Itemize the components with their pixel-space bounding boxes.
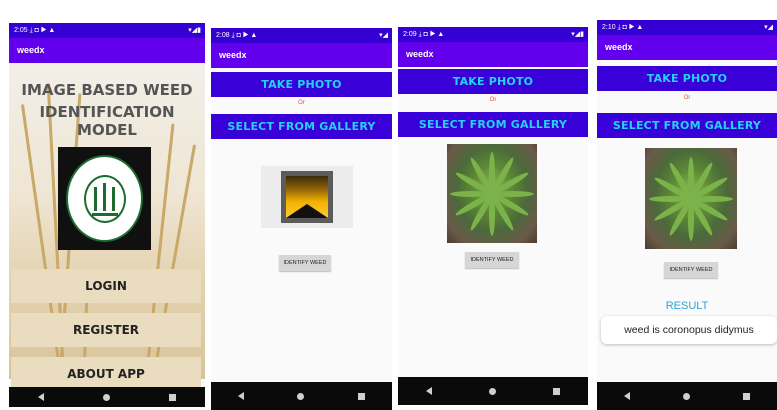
status-bar: 2:08 ⤓ ◘ ▶ ▲ ▾◢ [211, 28, 392, 43]
home-icon[interactable] [682, 392, 690, 400]
identify-weed-button[interactable]: IDENTIFY WEED [664, 262, 718, 278]
status-icons-left: ⤓ ◘ ▶ ▲ [29, 27, 56, 34]
status-bar: 2:10 ⤓ ◘ ▶ ▲ ▾◢ [597, 20, 777, 35]
back-icon[interactable] [623, 392, 630, 400]
result-card: weed is coronopus didymus [601, 316, 777, 344]
logo-seal [66, 155, 143, 242]
register-button[interactable]: REGISTER [11, 313, 201, 347]
back-icon[interactable] [426, 387, 433, 395]
image-placeholder-icon [281, 171, 333, 223]
phone-result: 2:10 ⤓ ◘ ▶ ▲ ▾◢ weedx TAKE PHOTO Or SELE… [597, 20, 777, 410]
nav-bar [211, 382, 392, 410]
image-placeholder [261, 166, 353, 228]
status-time: 2:05 [14, 27, 28, 34]
recents-icon[interactable] [168, 393, 176, 401]
nav-bar [9, 387, 205, 407]
nav-bar [398, 377, 588, 405]
home-icon[interactable] [102, 393, 110, 401]
selected-weed-image [447, 144, 537, 243]
select-gallery-button[interactable]: SELECT FROM GALLERY [398, 112, 588, 137]
app-title: weedx [219, 50, 247, 60]
status-icons-right: ▾◢▮ [188, 27, 201, 34]
home-title-line-1: IMAGE BASED WEED [21, 81, 193, 99]
status-bar: 2:05 ⤓ ◘ ▶ ▲ ▾◢▮ [9, 23, 205, 38]
identify-weed-button[interactable]: IDENTIFY WEED [465, 252, 519, 268]
logo-emblem [84, 175, 126, 223]
status-icons-left: ⤓ ◘ ▶ ▲ [231, 32, 258, 39]
app-bar: weedx [9, 38, 205, 63]
status-time: 2:08 [216, 32, 230, 39]
status-icons-left: ⤓ ◘ ▶ ▲ [617, 24, 644, 31]
status-icons-right: ▾◢▮ [571, 31, 584, 38]
status-icons-right: ▾◢ [379, 32, 388, 39]
app-title: weedx [17, 45, 45, 55]
take-photo-button[interactable]: TAKE PHOTO [398, 69, 588, 94]
phone-home: 2:05 ⤓ ◘ ▶ ▲ ▾◢▮ weedx IMAGE BASED WEED … [9, 23, 205, 407]
status-time: 2:10 [602, 24, 616, 31]
take-photo-button[interactable]: TAKE PHOTO [597, 66, 777, 91]
result-heading: RESULT [665, 300, 709, 312]
institute-logo [58, 147, 151, 250]
nav-bar [597, 382, 777, 410]
screenshot-stage: 2:05 ⤓ ◘ ▶ ▲ ▾◢▮ weedx IMAGE BASED WEED … [0, 0, 777, 410]
take-photo-button[interactable]: TAKE PHOTO [211, 72, 392, 97]
identify-weed-button[interactable]: IDENTIFY WEED [279, 255, 331, 271]
home-title-line-2: IDENTIFICATION MODEL [39, 103, 175, 139]
status-time: 2:09 [403, 31, 417, 38]
back-icon[interactable] [237, 392, 244, 400]
app-bar: weedx [211, 43, 392, 68]
or-label: Or [489, 97, 497, 103]
mountain-icon [286, 204, 328, 218]
phone-capture-empty: 2:08 ⤓ ◘ ▶ ▲ ▾◢ weedx TAKE PHOTO Or SELE… [211, 28, 392, 410]
about-app-button[interactable]: ABOUT APP [11, 357, 201, 391]
login-button[interactable]: LOGIN [11, 269, 201, 303]
app-bar: weedx [597, 35, 777, 60]
home-icon[interactable] [488, 387, 496, 395]
home-icon[interactable] [297, 392, 305, 400]
or-label: Or [298, 100, 305, 106]
recents-icon[interactable] [358, 392, 366, 400]
select-gallery-button[interactable]: SELECT FROM GALLERY [211, 114, 392, 139]
selected-weed-image [645, 148, 737, 249]
recents-icon[interactable] [552, 387, 560, 395]
or-label: Or [683, 95, 691, 101]
back-icon[interactable] [38, 393, 45, 401]
app-title: weedx [406, 49, 434, 59]
status-bar: 2:09 ⤓ ◘ ▶ ▲ ▾◢▮ [398, 27, 588, 42]
result-text: weed is coronopus didymus [624, 324, 754, 336]
app-bar: weedx [398, 42, 588, 67]
status-icons-left: ⤓ ◘ ▶ ▲ [418, 31, 445, 38]
phone-capture-image: 2:09 ⤓ ◘ ▶ ▲ ▾◢▮ weedx TAKE PHOTO Or SEL… [398, 27, 588, 405]
status-icons-right: ▾◢ [764, 24, 773, 31]
recents-icon[interactable] [743, 392, 751, 400]
app-title: weedx [605, 42, 633, 52]
select-gallery-button[interactable]: SELECT FROM GALLERY [597, 113, 777, 138]
